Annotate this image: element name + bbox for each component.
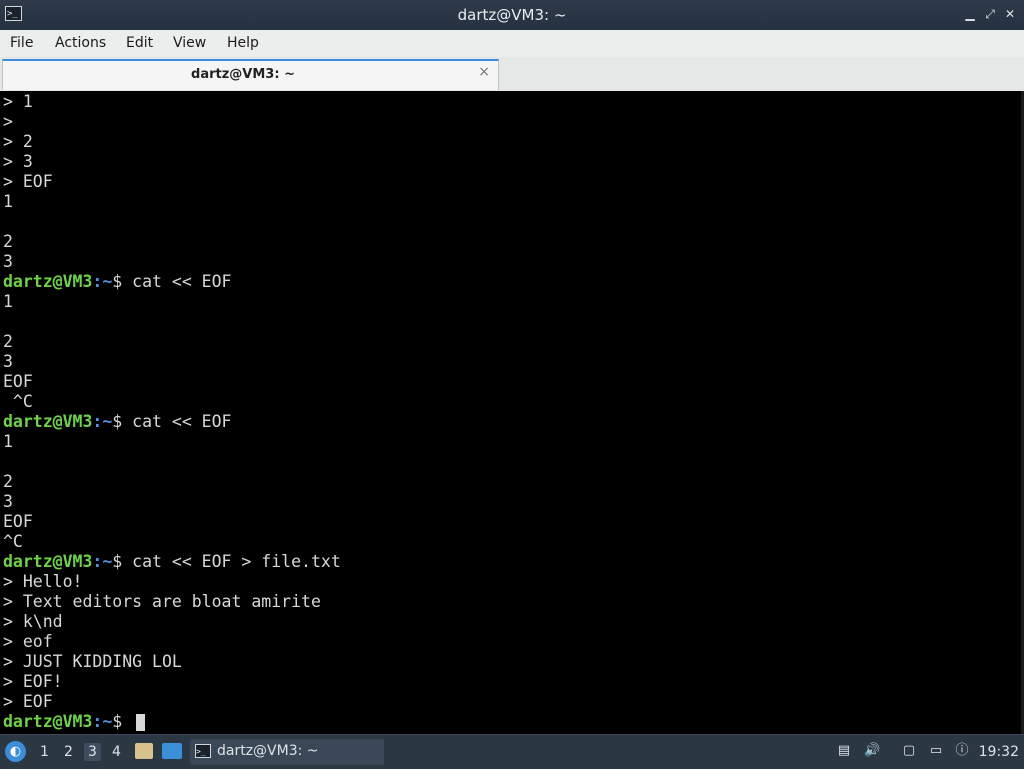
menu-actions[interactable]: Actions bbox=[55, 35, 106, 51]
prompt-command: $ cat << EOF bbox=[112, 412, 232, 431]
terminal-line: 3 bbox=[3, 252, 13, 271]
workspace-4[interactable]: 4 bbox=[112, 744, 121, 760]
workspace-3[interactable]: 3 bbox=[84, 743, 101, 761]
tab-close-icon[interactable]: × bbox=[478, 64, 490, 80]
terminal-prompt-line: dartz@VM3:~$ cat << EOF > file.txt bbox=[3, 552, 341, 572]
terminal-line: 1 bbox=[3, 192, 13, 211]
prompt-user: dartz@VM3 bbox=[3, 712, 93, 731]
volume-icon[interactable]: 🔊 bbox=[864, 743, 880, 759]
start-menu-icon[interactable]: ◐ bbox=[5, 741, 26, 762]
terminal-line: 3 bbox=[3, 352, 13, 371]
menu-view[interactable]: View bbox=[173, 35, 206, 51]
terminal-line: ^C bbox=[3, 392, 33, 411]
prompt-user: dartz@VM3 bbox=[3, 552, 93, 571]
terminal-line: EOF bbox=[3, 512, 33, 531]
prompt-user: dartz@VM3 bbox=[3, 272, 93, 291]
terminal-line: > 2 bbox=[3, 132, 33, 151]
window-titlebar[interactable]: >_ dartz@VM3: ~ ▁ ⤢ ✕ bbox=[0, 0, 1024, 30]
taskbar-window-label: dartz@VM3: ~ bbox=[217, 743, 319, 759]
terminal-line: 3 bbox=[3, 492, 13, 511]
updates-icon[interactable]: ⓘ bbox=[954, 743, 970, 759]
terminal-line: EOF bbox=[3, 372, 33, 391]
terminal-line: > 3 bbox=[3, 152, 33, 171]
terminal-line: > Text editors are bloat amirite bbox=[3, 592, 321, 611]
menu-bar: File Actions Edit View Help bbox=[0, 30, 1024, 57]
tab-title: dartz@VM3: ~ bbox=[191, 67, 295, 82]
terminal-line: > 1 bbox=[3, 92, 33, 111]
tab-strip: dartz@VM3: ~ × bbox=[0, 57, 1024, 92]
text-cursor bbox=[136, 714, 146, 731]
clipboard-icon[interactable]: ▤ bbox=[836, 743, 852, 759]
menu-file[interactable]: File bbox=[10, 35, 33, 51]
taskbar-window-button[interactable]: >_ dartz@VM3: ~ bbox=[190, 739, 384, 765]
prompt-path: :~ bbox=[92, 712, 113, 731]
notes-icon[interactable]: ▢ bbox=[901, 743, 917, 759]
terminal-prompt-line: dartz@VM3:~$ cat << EOF bbox=[3, 272, 232, 292]
terminal-icon: >_ bbox=[195, 744, 211, 758]
terminal-line: > k\nd bbox=[3, 612, 63, 631]
terminal-prompt-line: dartz@VM3:~$ bbox=[3, 712, 146, 732]
terminal-line: 1 bbox=[3, 432, 13, 451]
prompt-command: $ cat << EOF bbox=[112, 272, 232, 291]
workspace-1[interactable]: 1 bbox=[40, 744, 49, 760]
menu-help[interactable]: Help bbox=[227, 35, 259, 51]
prompt-path: :~ bbox=[92, 272, 113, 291]
terminal-line: 2 bbox=[3, 232, 13, 251]
show-desktop-icon[interactable] bbox=[162, 743, 182, 759]
minimize-icon[interactable]: ▁ bbox=[963, 6, 977, 22]
menu-edit[interactable]: Edit bbox=[126, 35, 153, 51]
prompt-command: $ cat << EOF > file.txt bbox=[112, 552, 341, 571]
terminal-line: 1 bbox=[3, 292, 13, 311]
maximize-icon[interactable]: ⤢ bbox=[983, 6, 997, 22]
close-icon[interactable]: ✕ bbox=[1003, 6, 1017, 22]
prompt-user: dartz@VM3 bbox=[3, 412, 93, 431]
tab-terminal[interactable]: dartz@VM3: ~ × bbox=[2, 59, 499, 90]
terminal-line: > EOF bbox=[3, 172, 53, 191]
terminal-line: > bbox=[3, 112, 13, 131]
terminal-output[interactable]: > 1 > > 2 > 3 > EOF 1 2 3 dartz@VM3:~$ c… bbox=[0, 91, 1021, 734]
prompt-path: :~ bbox=[92, 552, 113, 571]
prompt-command: $ bbox=[112, 712, 133, 731]
network-icon[interactable]: ▭ bbox=[928, 743, 944, 759]
terminal-line: > Hello! bbox=[3, 572, 83, 591]
window-title: dartz@VM3: ~ bbox=[457, 6, 567, 24]
terminal-line: > JUST KIDDING LOL bbox=[3, 652, 182, 671]
workspace-2[interactable]: 2 bbox=[64, 744, 73, 760]
file-manager-icon[interactable] bbox=[135, 743, 153, 759]
terminal-line: 2 bbox=[3, 472, 13, 491]
taskbar: ◐ 1 2 3 4 >_ dartz@VM3: ~ ▤ 🔊 ▢ ▭ ⓘ 19:3… bbox=[0, 734, 1024, 769]
terminal-line: > EOF! bbox=[3, 672, 63, 691]
terminal-line: > eof bbox=[3, 632, 53, 651]
prompt-path: :~ bbox=[92, 412, 113, 431]
clock[interactable]: 19:32 bbox=[979, 744, 1019, 760]
terminal-line: ^C bbox=[3, 532, 23, 551]
terminal-prompt-line: dartz@VM3:~$ cat << EOF bbox=[3, 412, 232, 432]
terminal-line: > EOF bbox=[3, 692, 53, 711]
terminal-line: 2 bbox=[3, 332, 13, 351]
